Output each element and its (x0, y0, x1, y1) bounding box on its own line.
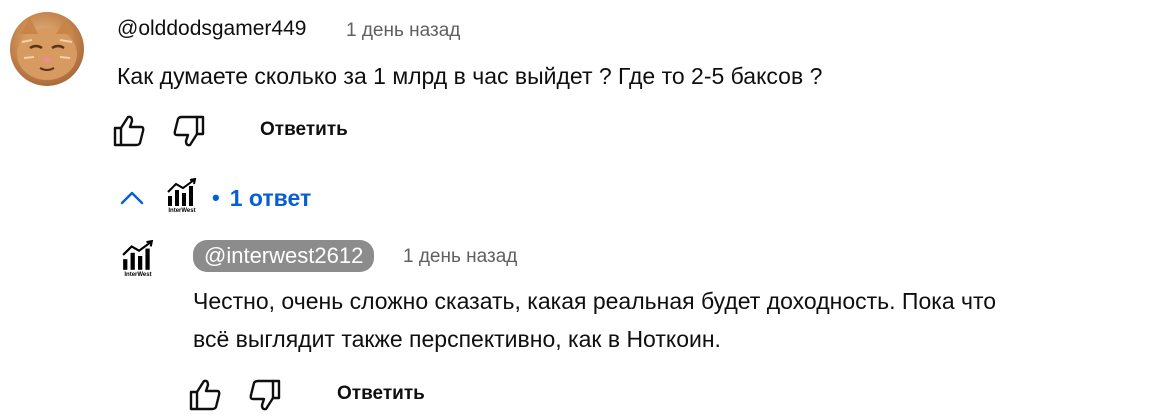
thumbs-down-icon (249, 379, 281, 411)
replier-avatar-small: InterWest (164, 178, 200, 218)
reply-dislike-button[interactable] (244, 376, 286, 414)
avatar-caption: InterWest (168, 208, 196, 214)
like-button[interactable] (108, 112, 150, 150)
thumbs-up-icon (113, 115, 145, 147)
replies-count-label: 1 ответ (229, 184, 312, 211)
reply-text-line-2: всё выглядит также перспективно, как в Н… (193, 326, 721, 352)
reply-avatar[interactable]: InterWest (118, 240, 158, 284)
avatar-caption: InterWest (124, 272, 152, 278)
comment-timestamp[interactable]: 1 день назад (346, 19, 460, 43)
thumbs-up-icon (189, 379, 221, 411)
reply-like-button[interactable] (184, 376, 226, 414)
thumbs-down-icon (173, 115, 205, 147)
comment-text: Как думаете сколько за 1 млрд в час выйд… (117, 63, 823, 89)
reply-author-chip[interactable]: @interwest2612 (193, 240, 375, 272)
commenter-avatar[interactable] (10, 12, 84, 86)
reply-text-line-1: Честно, очень сложно сказать, какая реал… (193, 288, 997, 314)
reply-timestamp[interactable]: 1 день назад (403, 245, 517, 269)
chevron-up-icon (120, 191, 144, 205)
reply-reply-button[interactable]: Ответить (337, 383, 425, 405)
separator-dot: • (212, 185, 220, 210)
comment-author[interactable]: @olddodsgamer449 (117, 17, 306, 41)
reply-button[interactable]: Ответить (260, 119, 348, 141)
cat-photo (17, 18, 77, 80)
interwest-logo-icon (122, 240, 154, 270)
interwest-logo-icon (167, 178, 197, 206)
replies-toggle[interactable]: InterWest • 1 ответ (118, 176, 311, 220)
dislike-button[interactable] (168, 112, 210, 150)
